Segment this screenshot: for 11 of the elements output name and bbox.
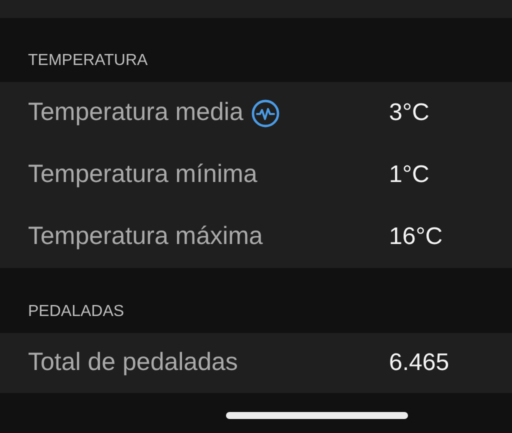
heart-rate-icon[interactable]	[251, 98, 280, 128]
section-header: PEDALADAS	[28, 302, 124, 322]
section-header: TEMPERATURA	[28, 51, 148, 71]
stat-value: 6.465	[389, 348, 450, 378]
stat-label: Temperatura mínima	[28, 159, 258, 190]
stat-label: Temperatura media	[28, 97, 244, 128]
stat-value: 1°C	[389, 160, 430, 190]
stat-label: Total de pedaladas	[28, 347, 238, 378]
stat-value: 3°C	[389, 98, 430, 128]
stat-label: Temperatura máxima	[28, 221, 263, 252]
stat-value: 16°C	[389, 222, 443, 252]
